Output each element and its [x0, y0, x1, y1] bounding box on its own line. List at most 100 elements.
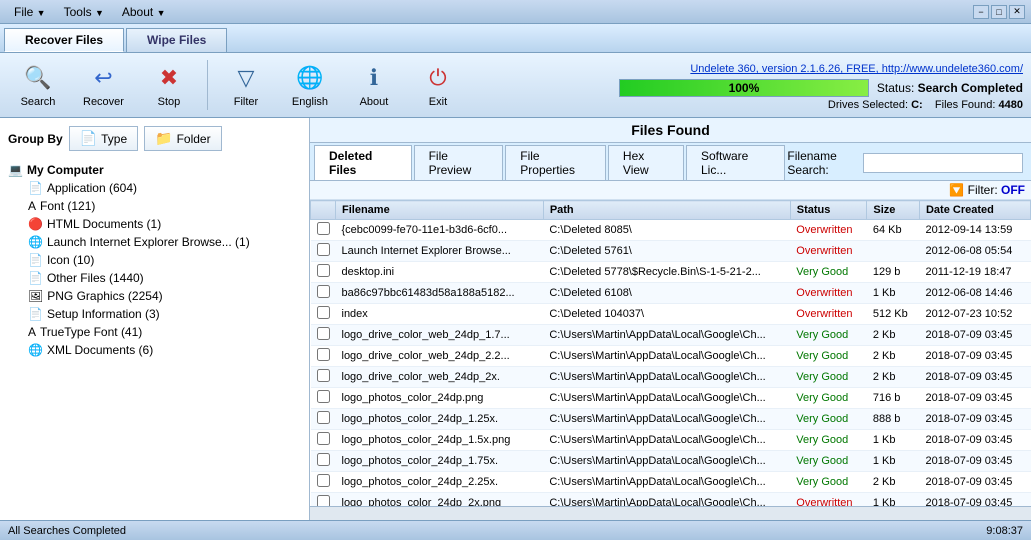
- table-row[interactable]: logo_drive_color_web_24dp_2x.C:\Users\Ma…: [311, 367, 1031, 388]
- filter-button[interactable]: ▽ Filter: [216, 57, 276, 113]
- recover-button[interactable]: ↩ Recover: [72, 57, 135, 113]
- tree-item[interactable]: 🖼PNG Graphics (2254): [24, 287, 305, 305]
- table-row[interactable]: logo_drive_color_web_24dp_2.2...C:\Users…: [311, 346, 1031, 367]
- col-header-0[interactable]: [311, 201, 336, 220]
- col-header-1[interactable]: Filename: [336, 201, 544, 220]
- row-checkbox[interactable]: [317, 243, 330, 256]
- table-row[interactable]: logo_photos_color_24dp.pngC:\Users\Marti…: [311, 388, 1031, 409]
- tab-wipe[interactable]: Wipe Files: [126, 28, 227, 52]
- group-by-folder-button[interactable]: 📁 Folder: [144, 126, 221, 151]
- col-header-5[interactable]: Date Created: [919, 201, 1030, 220]
- file-table-wrapper[interactable]: FilenamePathStatusSizeDate Created {cebc…: [310, 200, 1031, 506]
- cell-date: 2018-07-09 03:45: [919, 409, 1030, 430]
- english-button[interactable]: 🌐 English: [280, 57, 340, 113]
- tree-item[interactable]: 🌐Launch Internet Explorer Browse... (1): [24, 233, 305, 251]
- tree-item[interactable]: 📄Other Files (1440): [24, 269, 305, 287]
- cell-date: 2018-07-09 03:45: [919, 388, 1030, 409]
- tree-root[interactable]: 💻 My Computer: [4, 161, 305, 179]
- row-checkbox[interactable]: [317, 264, 330, 277]
- toolbar: 🔍 Search ↩ Recover ✖ Stop ▽ Filter 🌐 Eng…: [0, 53, 1031, 118]
- row-checkbox[interactable]: [317, 432, 330, 445]
- close-button[interactable]: ✕: [1009, 5, 1025, 19]
- tree-item[interactable]: 📄Icon (10): [24, 251, 305, 269]
- group-by-bar: Group By 📄 Type 📁 Folder: [4, 122, 305, 155]
- cell-filename: ba86c97bbc61483d58a188a5182...: [336, 283, 544, 304]
- menu-about[interactable]: About ▼: [114, 3, 174, 21]
- tree-item-label: XML Documents (6): [47, 343, 153, 357]
- inner-tab-3[interactable]: Hex View: [608, 145, 684, 180]
- exit-button[interactable]: ⏻ Exit: [408, 57, 468, 113]
- table-row[interactable]: {cebc0099-fe70-11e1-b3d6-6cf0...C:\Delet…: [311, 220, 1031, 241]
- menu-file[interactable]: File ▼: [6, 3, 54, 21]
- cell-date: 2011-12-19 18:47: [919, 262, 1030, 283]
- filter-off[interactable]: OFF: [1001, 183, 1025, 197]
- tree-item-label: HTML Documents (1): [47, 217, 161, 231]
- tree-item[interactable]: 🌐 XML Documents (6): [24, 341, 305, 359]
- search-button[interactable]: 🔍 Search: [8, 57, 68, 113]
- cell-status: Very Good: [790, 388, 867, 409]
- product-link[interactable]: Undelete 360, version 2.1.6.26, FREE, ht…: [619, 59, 1023, 77]
- row-checkbox[interactable]: [317, 390, 330, 403]
- cell-path: C:\Deleted 6108\: [543, 283, 790, 304]
- row-checkbox[interactable]: [317, 222, 330, 235]
- tree-item-label: TrueType Font (41): [40, 325, 142, 339]
- minimize-button[interactable]: −: [973, 5, 989, 19]
- table-row[interactable]: logo_photos_color_24dp_2.25x.C:\Users\Ma…: [311, 472, 1031, 493]
- inner-tab-2[interactable]: File Properties: [505, 145, 606, 180]
- toolbar-separator: [207, 60, 208, 110]
- table-row[interactable]: Launch Internet Explorer Browse...C:\Del…: [311, 241, 1031, 262]
- cell-date: 2018-07-09 03:45: [919, 367, 1030, 388]
- table-row[interactable]: logo_drive_color_web_24dp_1.7...C:\Users…: [311, 325, 1031, 346]
- table-row[interactable]: logo_photos_color_24dp_2x.pngC:\Users\Ma…: [311, 493, 1031, 507]
- cell-path: C:\Users\Martin\AppData\Local\Google\Ch.…: [543, 451, 790, 472]
- cell-path: C:\Deleted 104037\: [543, 304, 790, 325]
- menu-tools[interactable]: Tools ▼: [56, 3, 112, 21]
- table-row[interactable]: indexC:\Deleted 104037\Overwritten512 Kb…: [311, 304, 1031, 325]
- inner-tab-4[interactable]: Software Lic...: [686, 145, 785, 180]
- filename-search-input[interactable]: [863, 153, 1023, 173]
- tab-recover[interactable]: Recover Files: [4, 28, 124, 52]
- row-checkbox[interactable]: [317, 453, 330, 466]
- cell-size: 888 b: [867, 409, 920, 430]
- cell-date: 2018-07-09 03:45: [919, 451, 1030, 472]
- status-display: Status: Search Completed: [877, 81, 1023, 95]
- tree-item[interactable]: A Font (121): [24, 197, 305, 215]
- about-button[interactable]: ℹ About: [344, 57, 404, 113]
- row-checkbox[interactable]: [317, 348, 330, 361]
- cell-date: 2018-07-09 03:45: [919, 325, 1030, 346]
- table-row[interactable]: logo_photos_color_24dp_1.75x.C:\Users\Ma…: [311, 451, 1031, 472]
- table-row[interactable]: desktop.iniC:\Deleted 5778\$Recycle.Bin\…: [311, 262, 1031, 283]
- cell-path: C:\Users\Martin\AppData\Local\Google\Ch.…: [543, 472, 790, 493]
- table-row[interactable]: logo_photos_color_24dp_1.5x.pngC:\Users\…: [311, 430, 1031, 451]
- horizontal-scrollbar[interactable]: [310, 506, 1031, 520]
- inner-tab-0[interactable]: Deleted Files: [314, 145, 412, 180]
- tree-item[interactable]: ATrueType Font (41): [24, 323, 305, 341]
- row-checkbox[interactable]: [317, 285, 330, 298]
- col-header-4[interactable]: Size: [867, 201, 920, 220]
- row-checkbox[interactable]: [317, 306, 330, 319]
- col-header-2[interactable]: Path: [543, 201, 790, 220]
- tree-item-icon: A: [28, 199, 36, 213]
- computer-icon: 💻: [8, 163, 23, 177]
- row-checkbox[interactable]: [317, 411, 330, 424]
- search-icon: 🔍: [22, 62, 54, 94]
- inner-tab-1[interactable]: File Preview: [414, 145, 504, 180]
- statusbar: All Searches Completed 9:08:37: [0, 520, 1031, 540]
- tree-item-icon: 📄: [28, 307, 43, 321]
- row-checkbox[interactable]: [317, 369, 330, 382]
- cell-size: 2 Kb: [867, 325, 920, 346]
- tree-item-label: Font (121): [40, 199, 95, 213]
- row-checkbox[interactable]: [317, 474, 330, 487]
- col-header-3[interactable]: Status: [790, 201, 867, 220]
- row-checkbox[interactable]: [317, 327, 330, 340]
- tree-item[interactable]: 🔴HTML Documents (1): [24, 215, 305, 233]
- maximize-button[interactable]: □: [991, 5, 1007, 19]
- stop-button[interactable]: ✖ Stop: [139, 57, 199, 113]
- table-row[interactable]: ba86c97bbc61483d58a188a5182...C:\Deleted…: [311, 283, 1031, 304]
- tree-item[interactable]: 📄Application (604): [24, 179, 305, 197]
- row-checkbox[interactable]: [317, 495, 330, 506]
- group-by-type-button[interactable]: 📄 Type: [69, 126, 138, 151]
- tree-item-icon: 🌐: [28, 343, 43, 357]
- tree-item[interactable]: 📄Setup Information (3): [24, 305, 305, 323]
- table-row[interactable]: logo_photos_color_24dp_1.25x.C:\Users\Ma…: [311, 409, 1031, 430]
